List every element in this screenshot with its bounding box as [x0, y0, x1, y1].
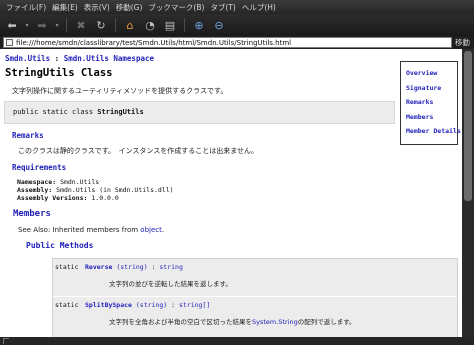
see-also-prefix: See Also: Inherited members from	[18, 226, 141, 234]
see-also-text: See Also: Inherited members from object.	[18, 226, 164, 234]
zoom-out-icon[interactable]: ⊖	[211, 17, 227, 33]
signature-name: StringUtils	[97, 108, 144, 116]
breadcrumb-assembly-link[interactable]: Smdn.Utils	[5, 54, 50, 63]
method-params[interactable]: (string)	[132, 301, 167, 309]
file-icon	[6, 39, 13, 46]
menu-file[interactable]: ファイル(F)	[6, 2, 52, 13]
requirement-namespace-label: Namespace:	[17, 178, 57, 186]
requirement-version: Assembly Versions: 1.0.0.0	[17, 194, 119, 202]
url-input[interactable]: file:///home/smdn/classlibrary/test/Smdn…	[3, 37, 452, 48]
see-also-suffix: .	[161, 226, 165, 234]
location-bar: file:///home/smdn/classlibrary/test/Smdn…	[0, 36, 474, 49]
remarks-heading: Remarks	[12, 131, 44, 140]
remarks-text: このクラスは静的クラスです。 インスタンスを作成することは出来ません。	[18, 147, 259, 155]
go-button[interactable]: 移動	[455, 37, 470, 48]
method-description: 文字列の並びを逆転した結果を返します。	[109, 280, 232, 288]
scrollbar-thumb[interactable]	[464, 51, 472, 201]
page-title: StringUtils Class	[5, 67, 113, 79]
home-icon[interactable]: ⌂	[122, 17, 138, 33]
requirement-namespace: Namespace: Smdn.Utils	[17, 178, 99, 186]
menu-help[interactable]: ヘルプ(H)	[242, 2, 282, 13]
resize-grip-icon	[3, 338, 9, 344]
row-divider	[53, 296, 457, 297]
method-desc-suffix: の配列で返します。	[297, 318, 356, 326]
menu-bookmarks[interactable]: ブックマーク(B)	[148, 2, 210, 13]
page-content: Smdn.Utils : Smdn.Utils Namespace String…	[0, 49, 462, 337]
method-modifier: static	[55, 301, 79, 309]
back-arrow-icon[interactable]: ⬅	[4, 17, 20, 33]
see-also-object-link[interactable]: object	[140, 226, 162, 234]
method-modifier: static	[55, 263, 79, 271]
class-description: 文字列操作に関するユーティリティメソッドを提供するクラスです。	[12, 87, 228, 95]
method-params[interactable]: (string)	[112, 263, 147, 271]
reload-icon[interactable]: ↻	[93, 17, 109, 33]
menu-tabs[interactable]: タブ(T)	[210, 2, 241, 13]
breadcrumb-separator: :	[54, 54, 64, 63]
method-description: 文字列を全角および半角の空白で区切った結果をSystem.Stringの配列で返…	[109, 316, 356, 326]
breadcrumb: Smdn.Utils : Smdn.Utils Namespace	[5, 54, 154, 63]
zoom-in-icon[interactable]: ⊕	[191, 17, 207, 33]
requirement-assembly-value: Smdn.Utils (in Smdn.Utils.dll)	[56, 186, 174, 194]
nav-link-members[interactable]: Members	[406, 113, 457, 121]
requirements-heading: Requirements	[12, 163, 67, 172]
status-bar	[0, 337, 474, 345]
bookmarks-icon[interactable]: ▤	[162, 17, 178, 33]
forward-dropdown-icon[interactable]: ▾	[54, 17, 60, 33]
requirement-version-label: Assembly Versions:	[17, 194, 88, 202]
method-return-type[interactable]: string	[159, 263, 182, 271]
toolbar-separator	[115, 18, 116, 32]
history-icon[interactable]: ◔	[142, 17, 158, 33]
public-methods-heading: Public Methods	[26, 241, 94, 250]
method-colon: :	[167, 301, 179, 309]
nav-link-overview[interactable]: Overview	[406, 69, 457, 77]
toolbar-separator	[184, 18, 185, 32]
public-methods-table: static Reverse (string) : string 文字列の並びを…	[52, 258, 458, 337]
method-desc-prefix: 文字列を全角および半角の空白で区切った結果を	[109, 318, 252, 326]
section-nav-box: Overview Signature Remarks Members Membe…	[400, 61, 461, 145]
stop-icon[interactable]: ✖	[73, 17, 89, 33]
method-signature: SplitBySpace (string) : string[]	[85, 301, 210, 309]
menu-edit[interactable]: 編集(E)	[52, 2, 84, 13]
nav-link-remarks[interactable]: Remarks	[406, 98, 457, 106]
method-name-link[interactable]: SplitBySpace	[85, 301, 132, 309]
toolbar-separator	[66, 18, 67, 32]
url-text: file:///home/smdn/classlibrary/test/Smdn…	[16, 38, 292, 47]
menu-view[interactable]: 表示(V)	[84, 2, 116, 13]
breadcrumb-namespace-link[interactable]: Smdn.Utils Namespace	[64, 54, 154, 63]
vertical-scrollbar[interactable]	[462, 49, 474, 337]
navigation-toolbar: ⬅ ▾ ➡ ▾ ✖ ↻ ⌂ ◔ ▤ ⊕ ⊖	[0, 14, 474, 36]
method-signature: Reverse (string) : string	[85, 263, 183, 271]
requirement-version-value: 1.0.0.0	[91, 194, 119, 202]
signature-prefix: public static class	[13, 108, 98, 116]
method-colon: :	[147, 263, 160, 271]
requirement-namespace-value: Smdn.Utils	[60, 178, 100, 186]
system-string-link[interactable]: System.String	[252, 318, 298, 326]
members-heading: Members	[13, 209, 51, 219]
signature-box: public static class StringUtils	[4, 101, 395, 124]
back-dropdown-icon[interactable]: ▾	[24, 17, 30, 33]
requirement-assembly: Assembly: Smdn.Utils (in Smdn.Utils.dll)	[17, 186, 174, 194]
menu-go[interactable]: 移動(G)	[116, 2, 149, 13]
requirement-assembly-label: Assembly:	[17, 186, 53, 194]
nav-link-signature[interactable]: Signature	[406, 84, 457, 92]
forward-arrow-icon[interactable]: ➡	[34, 17, 50, 33]
method-return-type[interactable]: string[]	[179, 301, 210, 309]
nav-link-member-details[interactable]: Member Details	[406, 127, 461, 135]
method-name-link[interactable]: Reverse	[85, 263, 112, 271]
menubar: ファイル(F) 編集(E) 表示(V) 移動(G) ブックマーク(B) タブ(T…	[0, 0, 474, 14]
